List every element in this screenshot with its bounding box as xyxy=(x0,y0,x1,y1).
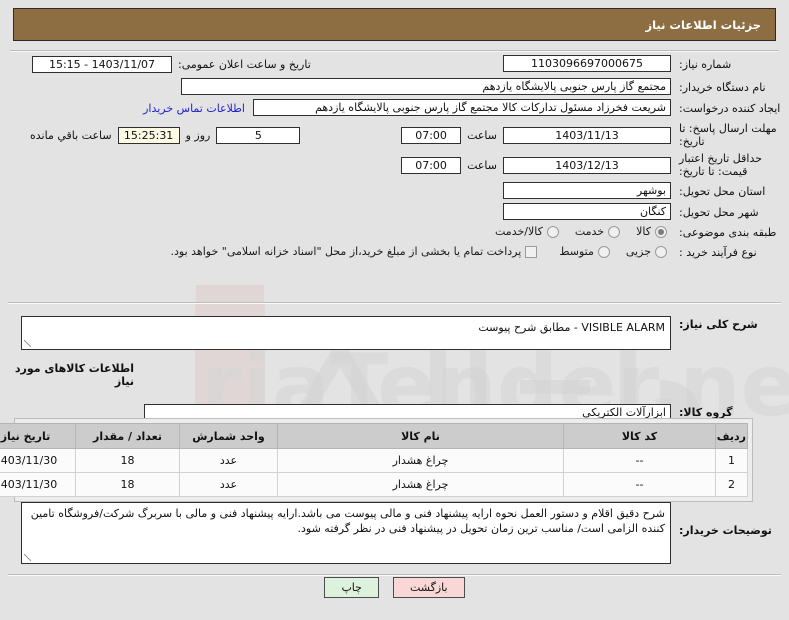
radio-icon-jozee[interactable] xyxy=(655,246,667,258)
page-title: جزئیات اطلاعات نیاز xyxy=(645,17,761,32)
cell-code: -- xyxy=(563,472,716,497)
action-button-bar: بازگشت چاپ xyxy=(0,577,789,598)
cell-unit: عدد xyxy=(179,472,278,497)
requester-label: ایجاد کننده درخواست: xyxy=(679,102,781,115)
price-validity-hour: 07:00 xyxy=(401,156,462,174)
city-value: کنگان xyxy=(503,203,671,220)
need-info-form: شماره نیاز: 1103096697000675 تاریخ و ساع… xyxy=(0,55,789,264)
process-option-motevaset[interactable]: متوسط xyxy=(547,244,614,260)
process-label-jozee: جزیی xyxy=(625,245,651,258)
row-response-deadline: مهلت ارسال پاسخ: تا تاریخ: 1403/11/13 سا… xyxy=(0,122,789,148)
col-date: تاریخ نیاز xyxy=(0,423,76,449)
requester-value: شریعت فخرزاد مسئول تدارکات کالا مجتمع گا… xyxy=(253,99,671,116)
summary-section: شرح کلی نیاز: VISIBLE ALARM - مطابق شرح … xyxy=(0,316,789,350)
deadline-hour-label: ساعت xyxy=(467,128,497,142)
city-label: شهر محل تحویل: xyxy=(679,206,759,219)
remaining-time-label: ساعت باقي مانده xyxy=(30,128,112,142)
cell-code: -- xyxy=(563,448,716,473)
buyer-notes-section: توضیحات خریدار: شرح دقیق اقلام و دستور ا… xyxy=(0,502,789,564)
goods-section: اطلاعات کالاهای مورد نیاز گروه کالا: ابز… xyxy=(0,362,789,421)
header-divider xyxy=(10,50,779,52)
row-need-number: شماره نیاز: 1103096697000675 تاریخ و ساع… xyxy=(0,55,789,74)
col-unit: واحد شمارش xyxy=(179,423,278,449)
classification-label: طبقه بندی موضوعی: xyxy=(679,225,777,239)
col-name: نام کالا xyxy=(277,423,564,449)
announce-label: تاریخ و ساعت اعلان عمومی: xyxy=(178,58,311,71)
summary-label: شرح کلی نیاز: xyxy=(679,318,758,331)
process-option-jozee[interactable]: جزیی xyxy=(614,244,671,260)
cell-row: 1 xyxy=(715,448,748,473)
table-header-row: ردیف کد کالا نام کالا واحد شمارش تعداد /… xyxy=(0,423,748,449)
deadline-date: 1403/11/13 xyxy=(503,126,671,144)
buyer-org-value: مجتمع گاز پارس جنوبی پالایشگاه یازدهم xyxy=(181,78,671,95)
need-number-label: شماره نیاز: xyxy=(679,58,732,71)
classification-label-kala-khedmat: کالا/خدمت xyxy=(495,225,543,238)
row-city: شهر محل تحویل: کنگان xyxy=(0,203,789,220)
col-code: کد کالا xyxy=(563,423,716,449)
province-label: استان محل تحویل: xyxy=(679,185,766,198)
row-province: استان محل تحویل: بوشهر xyxy=(0,182,789,199)
remaining-days-label: روز و xyxy=(185,128,211,142)
summary-value[interactable]: VISIBLE ALARM - مطابق شرح پیوست xyxy=(21,316,671,350)
price-validity-hour-label: ساعت xyxy=(467,158,497,172)
goods-section-title: اطلاعات کالاهای مورد نیاز xyxy=(14,362,134,388)
radio-icon-motevaset[interactable] xyxy=(597,246,610,258)
radio-icon-kala-khedmat[interactable] xyxy=(546,226,559,238)
announce-value: 1403/11/07 - 15:15 xyxy=(32,56,172,73)
cell-row: 2 xyxy=(715,472,748,497)
need-number-value: 1103096697000675 xyxy=(503,55,671,72)
deadline-hour: 07:00 xyxy=(401,126,462,144)
col-qty: تعداد / مقدار xyxy=(75,423,180,449)
table-row: 1 -- چراغ هشدار عدد 18 1403/11/30 xyxy=(0,448,748,473)
process-label-motevaset: متوسط xyxy=(559,245,594,258)
price-validity-label: حداقل تاریخ اعتبار قیمت: تا تاریخ: xyxy=(679,152,763,178)
row-buyer-org: نام دستگاه خریدار: مجتمع گاز پارس جنوبی … xyxy=(0,78,789,95)
cell-name: چراغ هشدار xyxy=(277,448,564,473)
table-row: 2 -- چراغ هشدار عدد 18 1403/11/30 xyxy=(0,472,748,497)
payment-note-text: پرداخت تمام یا بخشی از مبلغ خرید،از محل … xyxy=(170,245,522,258)
cell-date: 1403/11/30 xyxy=(0,472,76,497)
col-row: ردیف xyxy=(715,423,748,449)
checkbox-icon-payment[interactable] xyxy=(525,246,538,258)
buyer-notes-value[interactable]: شرح دقیق اقلام و دستور العمل نحوه ارایه … xyxy=(21,502,671,564)
radio-icon-khedmat[interactable] xyxy=(608,226,621,238)
notes-section-divider xyxy=(8,574,781,576)
print-button[interactable]: چاپ xyxy=(324,577,379,598)
form-section-divider xyxy=(8,302,781,304)
payment-note-option[interactable]: پرداخت تمام یا بخشی از مبلغ خرید،از محل … xyxy=(171,244,542,260)
page-header: جزئیات اطلاعات نیاز xyxy=(13,8,776,41)
province-value: بوشهر xyxy=(503,182,671,199)
deadline-label: مهلت ارسال پاسخ: تا تاریخ: xyxy=(679,122,777,148)
classification-option-kala-khedmat[interactable]: کالا/خدمت xyxy=(483,224,563,240)
radio-icon-kala[interactable] xyxy=(655,226,667,238)
row-price-validity: حداقل تاریخ اعتبار قیمت: تا تاریخ: 1403/… xyxy=(0,152,789,178)
classification-label-khedmat: خدمت xyxy=(574,225,605,238)
goods-table-container: ردیف کد کالا نام کالا واحد شمارش تعداد /… xyxy=(0,418,753,502)
buyer-org-label: نام دستگاه خریدار: xyxy=(679,81,766,94)
classification-option-khedmat[interactable]: خدمت xyxy=(563,224,624,240)
cell-date: 1403/11/30 xyxy=(0,448,76,473)
buyer-contact-link[interactable]: اطلاعات تماس خریدار xyxy=(135,99,253,118)
row-process-type: نوع فرآیند خرید : جزیی متوسط پرداخت تمام… xyxy=(0,244,789,260)
remaining-days: 5 xyxy=(216,126,301,144)
cell-qty: 18 xyxy=(75,448,180,473)
remaining-time: 15:25:31 xyxy=(117,126,180,144)
row-classification: طبقه بندی موضوعی: کالا خدمت کالا/خدمت xyxy=(0,224,789,240)
buyer-notes-label: توضیحات خریدار: xyxy=(679,524,772,537)
row-requester: ایجاد کننده درخواست: شریعت فخرزاد مسئول … xyxy=(0,99,789,118)
cell-name: چراغ هشدار xyxy=(277,472,564,497)
price-validity-date: 1403/12/13 xyxy=(503,156,671,174)
classification-option-kala[interactable]: کالا xyxy=(624,224,671,240)
back-button[interactable]: بازگشت xyxy=(392,577,465,598)
cell-unit: عدد xyxy=(179,448,278,473)
cell-qty: 18 xyxy=(75,472,180,497)
goods-table: ردیف کد کالا نام کالا واحد شمارش تعداد /… xyxy=(0,423,748,497)
process-type-label: نوع فرآیند خرید : xyxy=(679,245,757,259)
classification-label-kala: کالا xyxy=(636,225,651,238)
